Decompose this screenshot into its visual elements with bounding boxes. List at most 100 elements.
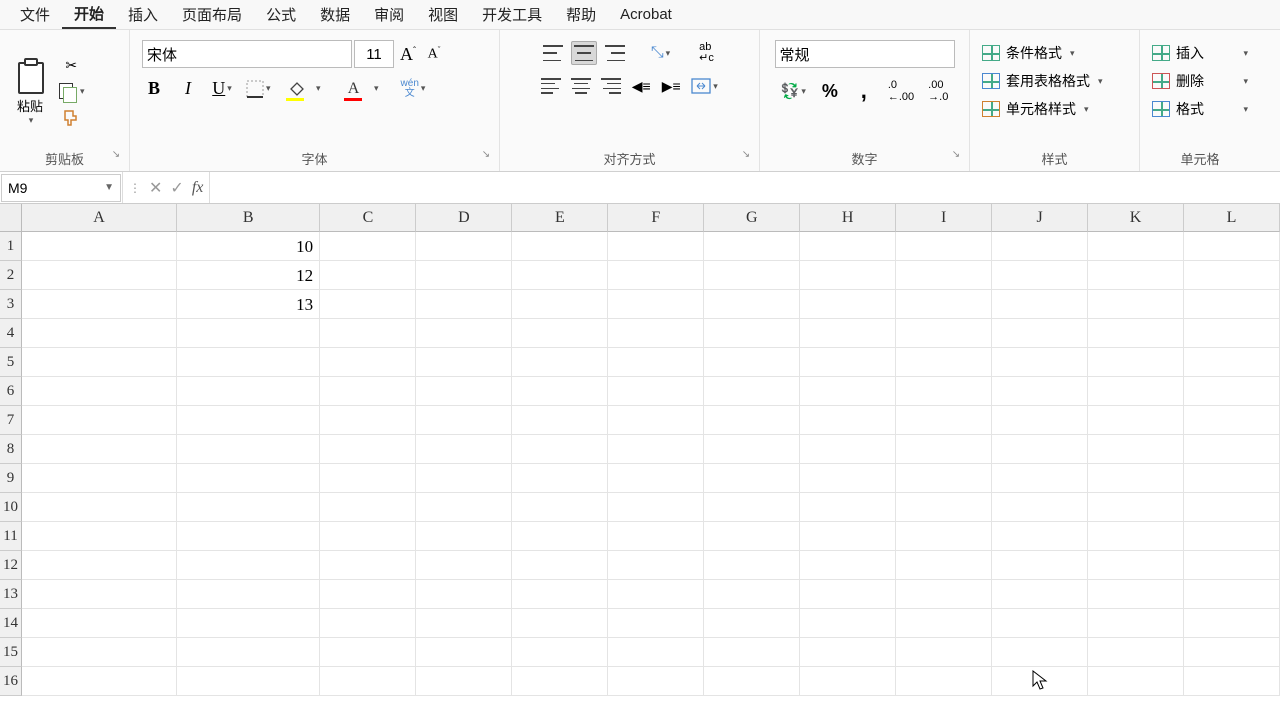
cell-B16[interactable] <box>177 667 320 696</box>
cell-L10[interactable] <box>1184 493 1280 522</box>
cell-G16[interactable] <box>704 667 800 696</box>
cell-H10[interactable] <box>800 493 896 522</box>
cell-D12[interactable] <box>416 551 512 580</box>
cell-J9[interactable] <box>992 464 1088 493</box>
cell-J1[interactable] <box>992 232 1088 261</box>
cell-H13[interactable] <box>800 580 896 609</box>
cell-D6[interactable] <box>416 377 512 406</box>
cell-K5[interactable] <box>1088 348 1184 377</box>
cell-F9[interactable] <box>608 464 704 493</box>
dialog-launcher-icon[interactable]: ↘ <box>949 149 963 163</box>
cell-J15[interactable] <box>992 638 1088 667</box>
cell-I4[interactable] <box>896 319 992 348</box>
cell-L16[interactable] <box>1184 667 1280 696</box>
cell-D16[interactable] <box>416 667 512 696</box>
cell-B10[interactable] <box>177 493 320 522</box>
cell-A3[interactable] <box>22 290 177 319</box>
cell-I15[interactable] <box>896 638 992 667</box>
row-header-6[interactable]: 6 <box>0 377 22 406</box>
cell-F12[interactable] <box>608 551 704 580</box>
cell-L6[interactable] <box>1184 377 1280 406</box>
cell-K9[interactable] <box>1088 464 1184 493</box>
row-header-14[interactable]: 14 <box>0 609 22 638</box>
cell-B6[interactable] <box>177 377 320 406</box>
cell-F14[interactable] <box>608 609 704 638</box>
cell-styles-button[interactable]: 单元格样式▾ <box>978 96 1131 122</box>
cell-K2[interactable] <box>1088 261 1184 290</box>
cell-L5[interactable] <box>1184 348 1280 377</box>
cell-J13[interactable] <box>992 580 1088 609</box>
cell-A9[interactable] <box>22 464 177 493</box>
cell-C7[interactable] <box>320 406 416 435</box>
cell-B14[interactable] <box>177 609 320 638</box>
cell-E8[interactable] <box>512 435 608 464</box>
cell-I7[interactable] <box>896 406 992 435</box>
cell-G15[interactable] <box>704 638 800 667</box>
format-painter-button[interactable] <box>59 106 83 130</box>
cell-E6[interactable] <box>512 377 608 406</box>
cell-C2[interactable] <box>320 261 416 290</box>
fill-color-button[interactable]: ▾ <box>283 77 309 101</box>
cell-B13[interactable] <box>177 580 320 609</box>
cell-B7[interactable] <box>177 406 320 435</box>
cell-H4[interactable] <box>800 319 896 348</box>
cell-E9[interactable] <box>512 464 608 493</box>
cell-G9[interactable] <box>704 464 800 493</box>
cell-A10[interactable] <box>22 493 177 522</box>
fx-button[interactable]: fx <box>192 179 204 197</box>
cell-J6[interactable] <box>992 377 1088 406</box>
cell-A4[interactable] <box>22 319 177 348</box>
row-header-16[interactable]: 16 <box>0 667 22 696</box>
cell-D2[interactable] <box>416 261 512 290</box>
row-header-4[interactable]: 4 <box>0 319 22 348</box>
cell-L2[interactable] <box>1184 261 1280 290</box>
cell-C8[interactable] <box>320 435 416 464</box>
col-header-C[interactable]: C <box>320 204 416 232</box>
cell-F15[interactable] <box>608 638 704 667</box>
cell-C14[interactable] <box>320 609 416 638</box>
cell-C5[interactable] <box>320 348 416 377</box>
cell-G7[interactable] <box>704 406 800 435</box>
menu-item-10[interactable]: Acrobat <box>608 3 684 26</box>
formula-input[interactable] <box>210 172 1280 203</box>
cell-K16[interactable] <box>1088 667 1184 696</box>
insert-cells-button[interactable]: 插入 ▾ <box>1148 40 1252 66</box>
cell-B9[interactable] <box>177 464 320 493</box>
cell-F3[interactable] <box>608 290 704 319</box>
cell-E4[interactable] <box>512 319 608 348</box>
menu-item-5[interactable]: 数据 <box>308 1 362 28</box>
cell-B12[interactable] <box>177 551 320 580</box>
font-color-button[interactable]: A▾ <box>341 77 367 101</box>
border-button[interactable]: ▾ <box>244 77 273 101</box>
cell-J4[interactable] <box>992 319 1088 348</box>
number-format-select[interactable] <box>775 40 955 68</box>
cell-E1[interactable] <box>512 232 608 261</box>
cell-H15[interactable] <box>800 638 896 667</box>
cell-J16[interactable] <box>992 667 1088 696</box>
cell-D4[interactable] <box>416 319 512 348</box>
cell-K1[interactable] <box>1088 232 1184 261</box>
cell-A6[interactable] <box>22 377 177 406</box>
comma-button[interactable]: , <box>852 76 876 106</box>
font-size-select[interactable] <box>354 40 394 68</box>
cell-B11[interactable] <box>177 522 320 551</box>
cell-E12[interactable] <box>512 551 608 580</box>
merge-center-button[interactable]: ▾ <box>689 74 720 98</box>
dialog-launcher-icon[interactable]: ↘ <box>109 149 123 163</box>
name-box[interactable]: M9 ▼ <box>1 174 121 202</box>
cell-F2[interactable] <box>608 261 704 290</box>
cell-A8[interactable] <box>22 435 177 464</box>
row-header-5[interactable]: 5 <box>0 348 22 377</box>
cell-H7[interactable] <box>800 406 896 435</box>
col-header-A[interactable]: A <box>22 204 177 232</box>
confirm-formula-button[interactable]: ✓ <box>170 178 183 198</box>
cell-H11[interactable] <box>800 522 896 551</box>
cell-G6[interactable] <box>704 377 800 406</box>
cell-A11[interactable] <box>22 522 177 551</box>
cell-K14[interactable] <box>1088 609 1184 638</box>
bold-button[interactable]: B <box>142 76 166 101</box>
cell-E3[interactable] <box>512 290 608 319</box>
menu-item-7[interactable]: 视图 <box>416 1 470 28</box>
cell-A1[interactable] <box>22 232 177 261</box>
cell-L14[interactable] <box>1184 609 1280 638</box>
